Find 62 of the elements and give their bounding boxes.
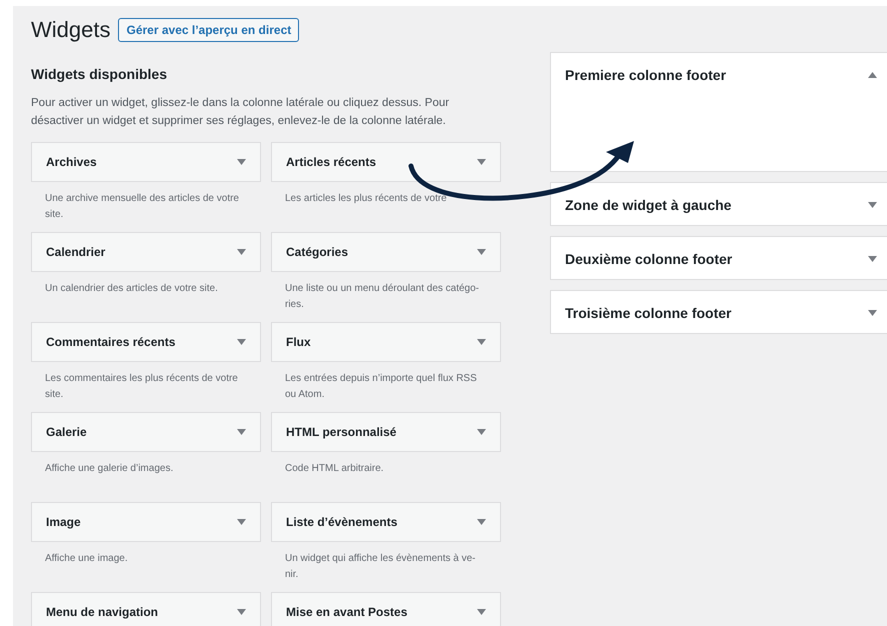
- widget-card[interactable]: Commentaires récents: [31, 322, 261, 362]
- sidebar-panel[interactable]: Deuxième colonne footer: [550, 236, 887, 280]
- widget-description: Un widget qui affiche les évènements à ve-nir.: [285, 552, 476, 582]
- expand-triangle-icon[interactable]: [477, 339, 486, 345]
- widget-title: Commentaires récents: [46, 334, 176, 351]
- intro-text: Pour activer un widget, glissez-le dans la colonne latérale ou cliquez dessus. Pour désactiver un widget et supprimer ses réglages, enlevez-le de la colonne latérale.: [31, 96, 450, 129]
- widget-card[interactable]: Articles récents: [271, 142, 501, 182]
- expand-triangle-icon[interactable]: [237, 429, 246, 435]
- widget-card[interactable]: Calendrier: [31, 232, 261, 272]
- expand-triangle-icon[interactable]: [237, 159, 246, 165]
- widget-description: Les entrées depuis n’importe quel flux RSS ou Atom.: [285, 372, 478, 402]
- sidebar-title: Troisième colonne footer: [565, 304, 732, 322]
- widget-card[interactable]: Archives: [31, 142, 261, 182]
- sidebar-panel[interactable]: Premiere colonne footer: [550, 52, 887, 172]
- widget-title: HTML personnalisé: [286, 424, 396, 441]
- widget-card[interactable]: Liste d’évènements: [271, 502, 501, 542]
- expand-triangle-icon[interactable]: [477, 519, 486, 525]
- expand-triangle-icon[interactable]: [237, 609, 246, 615]
- widget-title: Galerie: [46, 424, 87, 441]
- widget-title: Flux: [286, 334, 311, 351]
- expand-triangle-icon[interactable]: [237, 519, 246, 525]
- widget-description: Code HTML arbitraire.: [285, 462, 385, 476]
- widget-description: Une archive mensuelle des articles de votre site.: [45, 192, 240, 222]
- expand-triangle-icon[interactable]: [868, 202, 877, 208]
- widget-card[interactable]: Image: [31, 502, 261, 542]
- widget-description: Affiche une galerie d’images.: [45, 462, 174, 476]
- sidebar-title: Deuxième colonne footer: [565, 250, 732, 268]
- widget-description: Les commentaires les plus récents de votre site.: [45, 372, 239, 402]
- widget-card[interactable]: Galerie: [31, 412, 261, 452]
- expand-triangle-icon[interactable]: [477, 249, 486, 255]
- expand-triangle-icon[interactable]: [237, 249, 246, 255]
- section-heading: Widgets disponibles: [31, 65, 168, 84]
- widget-card[interactable]: Flux: [271, 322, 501, 362]
- widget-title: Menu de navigation: [46, 604, 158, 621]
- expand-triangle-icon[interactable]: [868, 256, 877, 262]
- expand-triangle-icon[interactable]: [477, 429, 486, 435]
- collapse-triangle-icon[interactable]: [868, 72, 877, 78]
- sidebar-title: Premiere colonne footer: [565, 66, 726, 84]
- widget-card[interactable]: Menu de navigation: [31, 592, 261, 626]
- widget-title: Calendrier: [46, 244, 106, 261]
- sidebar-panel[interactable]: Troisième colonne footer: [550, 290, 887, 334]
- widget-title: Catégories: [286, 244, 348, 261]
- expand-triangle-icon[interactable]: [477, 159, 486, 165]
- live-preview-button[interactable]: Gérer avec l’aperçu en direct: [118, 18, 300, 42]
- widget-description: Les articles les plus récents de votre: [285, 192, 448, 206]
- expand-triangle-icon[interactable]: [868, 310, 877, 316]
- expand-triangle-icon[interactable]: [237, 339, 246, 345]
- widget-description: Affiche une image.: [45, 552, 129, 566]
- expand-triangle-icon[interactable]: [477, 609, 486, 615]
- widget-title: Image: [46, 514, 81, 531]
- widget-title: Liste d’évènements: [286, 514, 398, 531]
- widget-card[interactable]: Mise en avant Postes: [271, 592, 501, 626]
- sidebar-panel[interactable]: Zone de widget à gauche: [550, 182, 887, 226]
- widget-description: Un calendrier des articles de votre site.: [45, 282, 219, 296]
- widget-title: Articles récents: [286, 154, 376, 171]
- widget-card[interactable]: Catégories: [271, 232, 501, 272]
- page-title: Widgets: [31, 16, 110, 44]
- sidebar-title: Zone de widget à gauche: [565, 196, 732, 215]
- widget-card[interactable]: HTML personnalisé: [271, 412, 501, 452]
- widget-title: Mise en avant Postes: [286, 604, 408, 621]
- widget-description: Une liste ou un menu déroulant des catégo-ries.: [285, 282, 480, 312]
- widget-title: Archives: [46, 154, 97, 171]
